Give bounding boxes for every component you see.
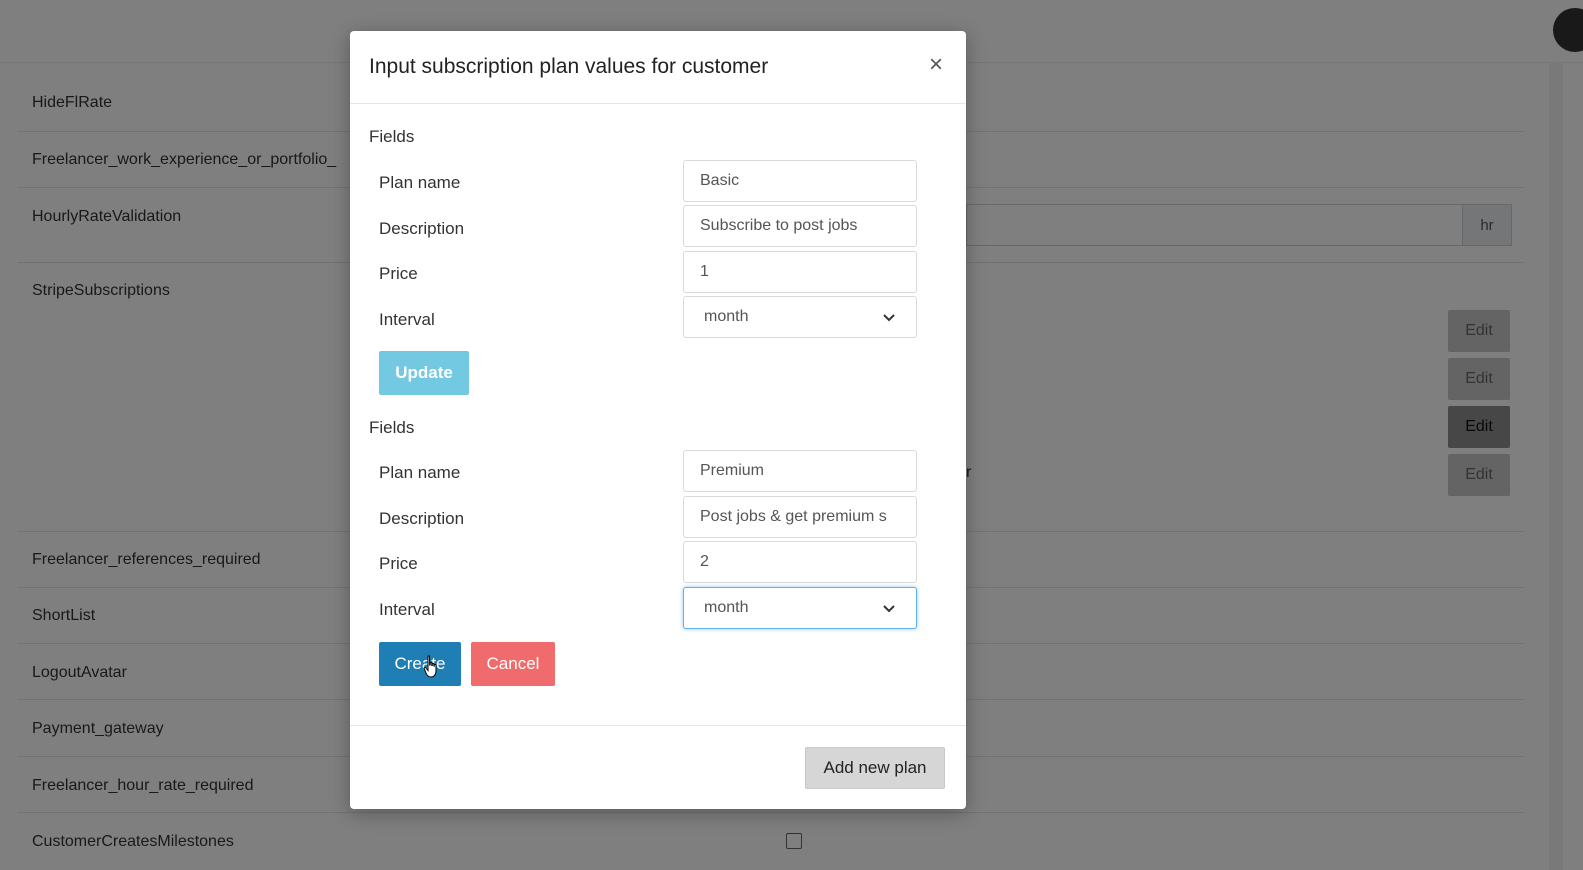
close-icon[interactable]: × (924, 51, 948, 79)
interval-select[interactable]: month (683, 296, 917, 338)
plan-name-input[interactable] (683, 450, 917, 492)
description-input[interactable] (683, 205, 917, 247)
modal-header: Input subscription plan values for custo… (350, 31, 966, 104)
description-label: Description (379, 219, 465, 238)
price-label: Price (379, 554, 418, 573)
plan-name-input[interactable] (683, 160, 917, 202)
hand-cursor-icon (423, 655, 437, 678)
interval-label: Interval (379, 600, 435, 619)
description-input[interactable] (683, 496, 917, 538)
interval-select[interactable]: month (683, 587, 917, 629)
modal-footer: Add new plan (350, 725, 966, 810)
interval-select-value: month (704, 308, 749, 325)
add-new-plan-button[interactable]: Add new plan (805, 747, 945, 789)
price-input[interactable] (683, 541, 917, 583)
fields-section-label: Fields (369, 127, 415, 146)
price-input[interactable] (683, 251, 917, 293)
update-button[interactable]: Update (379, 351, 469, 395)
interval-label: Interval (379, 310, 435, 329)
plan-name-label: Plan name (379, 173, 461, 192)
chevron-down-icon (883, 314, 895, 322)
interval-select-value: month (704, 599, 749, 616)
subscription-plan-modal: Input subscription plan values for custo… (350, 31, 966, 809)
price-label: Price (379, 264, 418, 283)
fields-section-label: Fields (369, 418, 415, 437)
chevron-down-icon (883, 605, 895, 613)
create-button[interactable]: Create (379, 642, 461, 686)
modal-title: Input subscription plan values for custo… (369, 55, 769, 78)
plan-name-label: Plan name (379, 463, 461, 482)
cancel-button[interactable]: Cancel (471, 642, 555, 686)
description-label: Description (379, 509, 465, 528)
